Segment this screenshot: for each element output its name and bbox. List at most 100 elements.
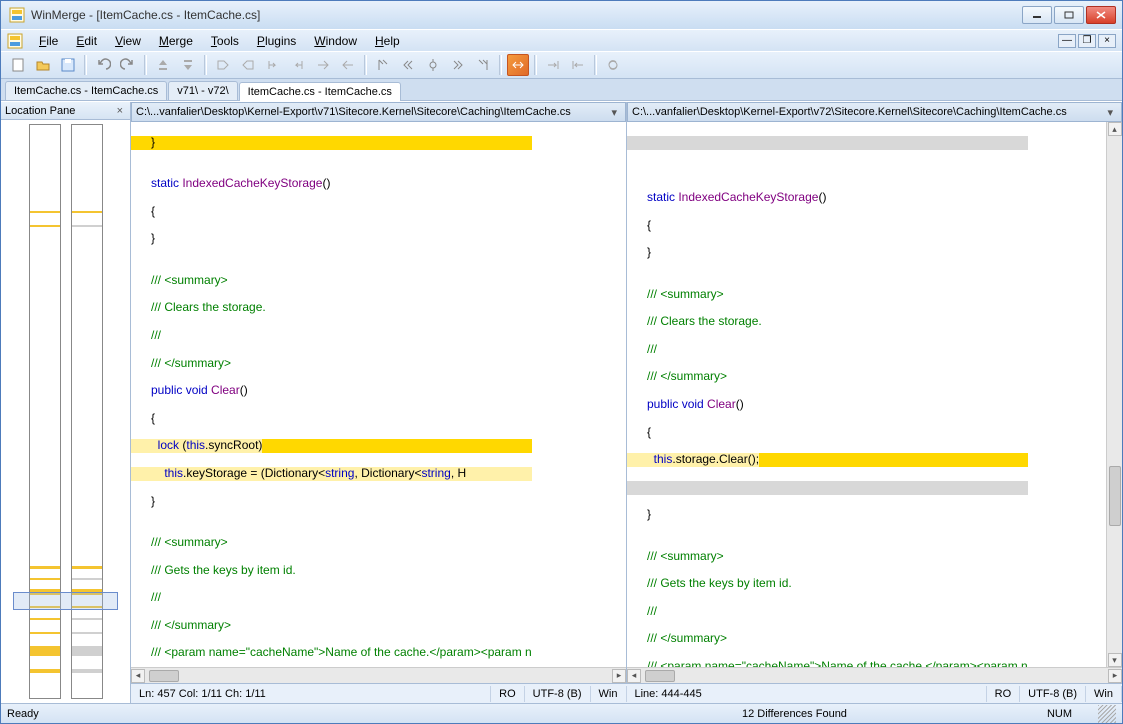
copy-left-all-icon[interactable] — [237, 54, 259, 76]
location-bar-right[interactable] — [71, 124, 103, 699]
refresh-left-icon[interactable] — [542, 54, 564, 76]
refresh-icon[interactable] — [602, 54, 624, 76]
right-readonly-badge: RO — [987, 686, 1021, 702]
scroll-left-icon[interactable]: ◂ — [131, 669, 145, 683]
mdi-minimize-button[interactable]: — — [1058, 34, 1076, 48]
copy-left-icon[interactable] — [287, 54, 309, 76]
first-diff-icon[interactable] — [372, 54, 394, 76]
left-path-bar[interactable]: C:\...vanfalier\Desktop\Kernel-Export\v7… — [131, 102, 626, 122]
mdi-close-button[interactable]: × — [1098, 34, 1116, 48]
pane-statusbars: Ln: 457 Col: 1/11 Ch: 1/11 RO UTF-8 (B) … — [131, 683, 1122, 703]
right-cursor-pos: Line: 444-445 — [627, 686, 987, 702]
doc-tab-1[interactable]: ItemCache.cs - ItemCache.cs — [5, 81, 167, 100]
prev-diff-icon[interactable] — [397, 54, 419, 76]
menu-window[interactable]: Window — [306, 32, 365, 50]
location-pane-close-icon[interactable]: × — [114, 105, 126, 117]
new-icon[interactable] — [7, 54, 29, 76]
scroll-right-icon[interactable]: ▸ — [612, 669, 626, 683]
next-diff-icon[interactable] — [447, 54, 469, 76]
left-path-text: C:\...vanfalier\Desktop\Kernel-Export\v7… — [136, 106, 571, 118]
last-diff-icon[interactable] — [472, 54, 494, 76]
scroll-left-icon[interactable]: ◂ — [627, 669, 641, 683]
diff-next-group-icon[interactable] — [177, 54, 199, 76]
menu-help[interactable]: Help — [367, 32, 408, 50]
window-title: WinMerge - [ItemCache.cs - ItemCache.cs] — [31, 8, 1022, 22]
mdi-restore-button[interactable]: ❐ — [1078, 34, 1096, 48]
titlebar[interactable]: WinMerge - [ItemCache.cs - ItemCache.cs] — [1, 1, 1122, 29]
menu-merge[interactable]: Merge — [151, 32, 201, 50]
toolbar-separator — [594, 55, 597, 75]
scroll-up-icon[interactable]: ▴ — [1108, 122, 1122, 136]
doc-tabs: ItemCache.cs - ItemCache.cs v71\ - v72\ … — [1, 79, 1122, 101]
left-statusbar: Ln: 457 Col: 1/11 Ch: 1/11 RO UTF-8 (B) … — [131, 683, 627, 703]
diff-prev-group-icon[interactable] — [152, 54, 174, 76]
right-path-bar[interactable]: C:\...vanfalier\Desktop\Kernel-Export\v7… — [627, 102, 1122, 122]
footer-statusbar: Ready 12 Differences Found NUM — [1, 703, 1122, 723]
left-hscrollbar[interactable]: ◂ ▸ — [131, 667, 626, 683]
menubar: File Edit View Merge Tools Plugins Windo… — [1, 29, 1122, 51]
location-pane: Location Pane × — [1, 102, 131, 703]
scroll-thumb[interactable] — [645, 670, 675, 682]
right-path-text: C:\...vanfalier\Desktop\Kernel-Export\v7… — [632, 106, 1067, 118]
location-pane-title: Location Pane — [5, 105, 75, 117]
left-encoding: UTF-8 (B) — [525, 686, 591, 702]
workspace: Location Pane × — [1, 101, 1122, 703]
close-button[interactable] — [1086, 6, 1116, 24]
open-icon[interactable] — [32, 54, 54, 76]
right-hscrollbar[interactable]: ◂ ▸ — [627, 667, 1122, 683]
toolbar-separator — [364, 55, 367, 75]
toolbar-separator — [84, 55, 87, 75]
scroll-thumb[interactable] — [149, 670, 179, 682]
menu-file[interactable]: File — [31, 32, 66, 50]
menu-plugins[interactable]: Plugins — [249, 32, 304, 50]
right-encoding: UTF-8 (B) — [1020, 686, 1086, 702]
toolbar — [1, 51, 1122, 79]
scroll-down-icon[interactable]: ▾ — [1108, 653, 1122, 667]
refresh-right-icon[interactable] — [567, 54, 589, 76]
copy-right-all-icon[interactable] — [212, 54, 234, 76]
menu-edit[interactable]: Edit — [68, 32, 105, 50]
left-readonly-badge: RO — [491, 686, 525, 702]
footer-ready: Ready — [7, 708, 39, 720]
right-pane: C:\...vanfalier\Desktop\Kernel-Export\v7… — [627, 102, 1122, 683]
toolbar-separator — [499, 55, 502, 75]
scroll-right-icon[interactable]: ▸ — [1108, 669, 1122, 683]
merge-all-right-icon[interactable] — [312, 54, 334, 76]
toolbar-separator — [534, 55, 537, 75]
doc-tab-2[interactable]: v71\ - v72\ — [168, 81, 237, 100]
right-code[interactable]: static IndexedCacheKeyStorage() { } /// … — [627, 122, 1122, 667]
left-pane: C:\...vanfalier\Desktop\Kernel-Export\v7… — [131, 102, 627, 683]
copy-right-icon[interactable] — [262, 54, 284, 76]
menu-view[interactable]: View — [107, 32, 149, 50]
minimize-button[interactable] — [1022, 6, 1052, 24]
location-bar-left[interactable] — [29, 124, 61, 699]
app-icon — [9, 7, 25, 23]
resize-grip-icon[interactable] — [1098, 705, 1116, 723]
compare-panes: C:\...vanfalier\Desktop\Kernel-Export\v7… — [131, 102, 1122, 703]
location-cursor[interactable] — [13, 592, 118, 610]
left-cursor-pos: Ln: 457 Col: 1/11 Ch: 1/11 — [131, 686, 491, 702]
left-code[interactable]: } static IndexedCacheKeyStorage() { } //… — [131, 122, 626, 667]
save-icon[interactable] — [57, 54, 79, 76]
right-path-dropdown-icon[interactable]: ▾ — [1103, 106, 1117, 119]
location-pane-body[interactable] — [1, 120, 130, 703]
footer-diffcount: 12 Differences Found — [742, 708, 847, 720]
scroll-thumb[interactable] — [1109, 466, 1121, 526]
toolbar-separator — [144, 55, 147, 75]
undo-icon[interactable] — [92, 54, 114, 76]
current-diff-icon[interactable] — [422, 54, 444, 76]
menu-tools[interactable]: Tools — [203, 32, 247, 50]
footer-numlock: NUM — [1047, 708, 1072, 720]
merge-all-left-icon[interactable] — [337, 54, 359, 76]
right-vscrollbar[interactable]: ▴ ▾ — [1106, 122, 1122, 667]
doc-tab-3[interactable]: ItemCache.cs - ItemCache.cs — [239, 82, 401, 101]
toolbar-separator — [204, 55, 207, 75]
left-eol: Win — [591, 686, 627, 702]
left-path-dropdown-icon[interactable]: ▾ — [607, 106, 621, 119]
right-statusbar: Line: 444-445 RO UTF-8 (B) Win — [627, 683, 1123, 703]
maximize-button[interactable] — [1054, 6, 1084, 24]
redo-icon[interactable] — [117, 54, 139, 76]
right-eol: Win — [1086, 686, 1122, 702]
view-whitespace-icon[interactable] — [507, 54, 529, 76]
app-window: WinMerge - [ItemCache.cs - ItemCache.cs]… — [0, 0, 1123, 724]
